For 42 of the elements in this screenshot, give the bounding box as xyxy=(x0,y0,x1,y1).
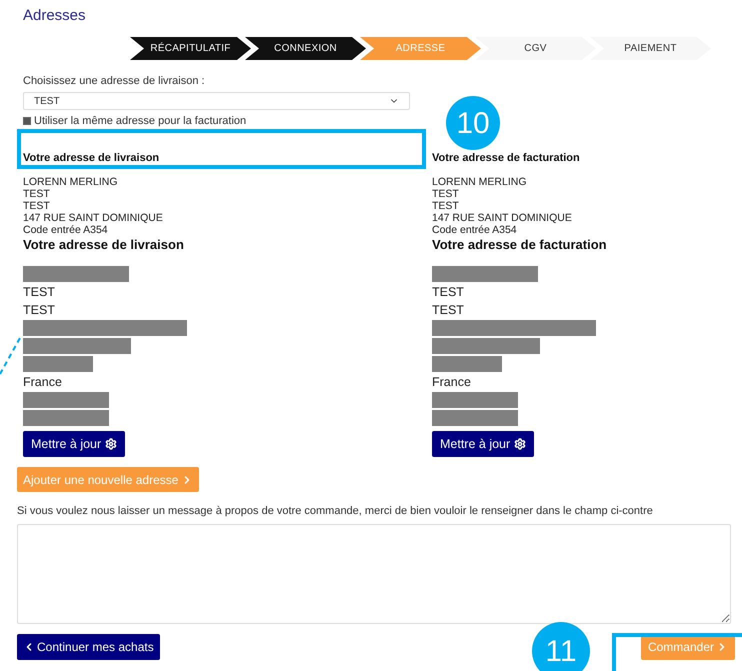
step-number-badge: 10 xyxy=(446,96,500,150)
address-heading: Votre adresse de facturation xyxy=(432,150,581,166)
address-line: 147 RUE SAINT DOMINIQUE xyxy=(23,212,164,224)
page-title: Adresses xyxy=(23,6,87,26)
settings-icon xyxy=(105,438,118,450)
address-line: Code entrée A354 xyxy=(23,224,109,236)
checkbox[interactable] xyxy=(23,117,31,125)
address-heading: Votre adresse de livraison xyxy=(23,237,184,253)
checkout-step: ADRESSE xyxy=(360,37,481,60)
dashed-leader-line xyxy=(0,336,22,376)
message-label: Si vous voulez nous laisser un message à propos de votre commande, merci de bien vouloir le renseigner dans le champ ci-contre xyxy=(17,504,654,518)
address-line: TEST xyxy=(432,284,464,301)
address-select[interactable]: TEST xyxy=(23,92,410,110)
redaction-bar xyxy=(432,356,502,372)
address-heading: Votre adresse de facturation xyxy=(432,237,607,253)
field-label: Choisissez une adresse de livraison : xyxy=(23,74,206,88)
settings-icon xyxy=(514,438,526,450)
address-line: TEST xyxy=(23,284,55,301)
redaction-bar xyxy=(23,356,93,372)
address-line: TEST xyxy=(432,200,460,212)
address-line: LORENN MERLING xyxy=(23,176,119,188)
update-button[interactable]: Mettre à jour xyxy=(23,431,126,457)
address-line: France xyxy=(23,374,62,391)
checkout-step: RÉCAPITULATIF xyxy=(130,37,251,60)
continue-shopping-button[interactable]: Continuer mes achats xyxy=(17,634,160,660)
step-number-badge: 11 xyxy=(532,622,590,671)
update-button[interactable]: Mettre à jour xyxy=(432,431,534,457)
address-line: Code entrée A354 xyxy=(432,224,518,236)
address-line: TEST xyxy=(23,188,51,200)
address-line: France xyxy=(432,374,471,391)
address-line: TEST xyxy=(432,302,464,319)
address-line: LORENN MERLING xyxy=(432,176,528,188)
message-field[interactable] xyxy=(17,524,731,624)
checkbox-label: Utiliser la même adresse pour la facturation xyxy=(34,114,246,129)
address-line: TEST xyxy=(23,200,51,212)
address-line: TEST xyxy=(432,188,460,200)
address-heading: Votre adresse de livraison xyxy=(23,150,160,166)
checkout-step: CGV xyxy=(475,37,596,60)
address-line: TEST xyxy=(23,302,55,319)
checkout-step: CONNEXION xyxy=(245,37,366,60)
address-line: 147 RUE SAINT DOMINIQUE xyxy=(432,212,573,224)
checkout-step: PAIEMENT xyxy=(590,37,711,60)
